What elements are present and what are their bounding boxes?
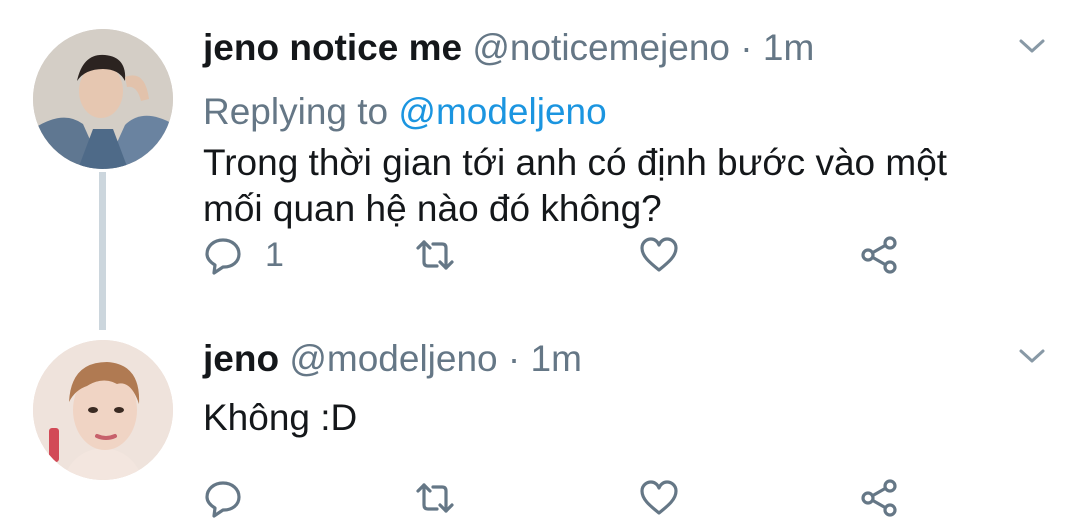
- share-button[interactable]: [859, 233, 899, 277]
- avatar-photo: [33, 29, 173, 169]
- like-button[interactable]: [639, 233, 679, 277]
- tweet-reply[interactable]: jeno @modeljeno · 1m Không :D: [0, 300, 1080, 527]
- chevron-down-icon[interactable]: [1018, 346, 1046, 366]
- chevron-down-icon[interactable]: [1018, 36, 1046, 56]
- reply-icon: [203, 478, 243, 518]
- tweet-text: Không :D: [203, 397, 358, 438]
- like-icon: [639, 478, 679, 518]
- avatar-photo: [33, 340, 173, 480]
- like-button[interactable]: [639, 476, 679, 520]
- separator-dot: ·: [740, 27, 753, 68]
- separator-dot: ·: [507, 338, 521, 379]
- display-name[interactable]: jeno notice me: [203, 27, 462, 68]
- tweet-text: Trong thời gian tới anh có định bước vào…: [203, 140, 1043, 232]
- reply-icon: [203, 235, 243, 275]
- avatar[interactable]: [33, 340, 173, 480]
- share-icon: [859, 235, 899, 275]
- retweet-button[interactable]: [415, 233, 455, 277]
- timestamp[interactable]: 1m: [531, 338, 582, 379]
- avatar[interactable]: [33, 29, 173, 169]
- display-name[interactable]: jeno: [203, 338, 279, 379]
- retweet-button[interactable]: [415, 476, 455, 520]
- timestamp[interactable]: 1m: [763, 27, 814, 68]
- reply-button[interactable]: [203, 476, 265, 520]
- tweet-question[interactable]: jeno notice me @noticemejeno · 1m Replyi…: [0, 0, 1080, 300]
- share-icon: [859, 478, 899, 518]
- action-bar: 1: [203, 233, 923, 277]
- like-icon: [639, 235, 679, 275]
- reply-button[interactable]: 1: [203, 233, 284, 277]
- share-button[interactable]: [859, 476, 899, 520]
- reply-count: 1: [265, 235, 284, 274]
- action-bar: [203, 476, 923, 520]
- tweet-header: jeno @modeljeno · 1m: [203, 337, 582, 381]
- tweet-text-line: mối quan hệ nào đó không?: [203, 188, 662, 229]
- retweet-icon: [415, 478, 455, 518]
- replying-to: Replying to @modeljeno: [203, 90, 607, 134]
- user-handle[interactable]: @noticemejeno: [472, 27, 730, 68]
- replying-mention[interactable]: @modeljeno: [398, 91, 606, 132]
- retweet-icon: [415, 235, 455, 275]
- tweet-text-line: Trong thời gian tới anh có định bước vào…: [203, 142, 948, 183]
- replying-prefix: Replying to: [203, 91, 389, 132]
- user-handle[interactable]: @modeljeno: [289, 338, 497, 379]
- tweet-header: jeno notice me @noticemejeno · 1m: [203, 26, 814, 70]
